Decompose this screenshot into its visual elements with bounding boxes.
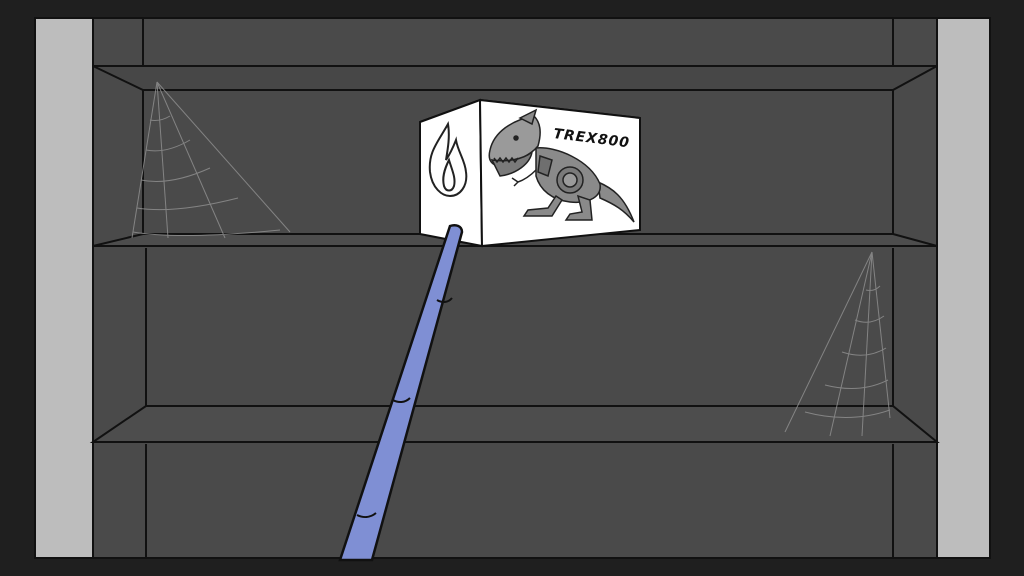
cabinet-back xyxy=(92,17,938,559)
left-panel xyxy=(34,17,94,559)
game-scene: TREX800 xyxy=(0,0,1024,576)
lower-shelf[interactable] xyxy=(89,405,940,443)
right-panel xyxy=(936,17,991,559)
